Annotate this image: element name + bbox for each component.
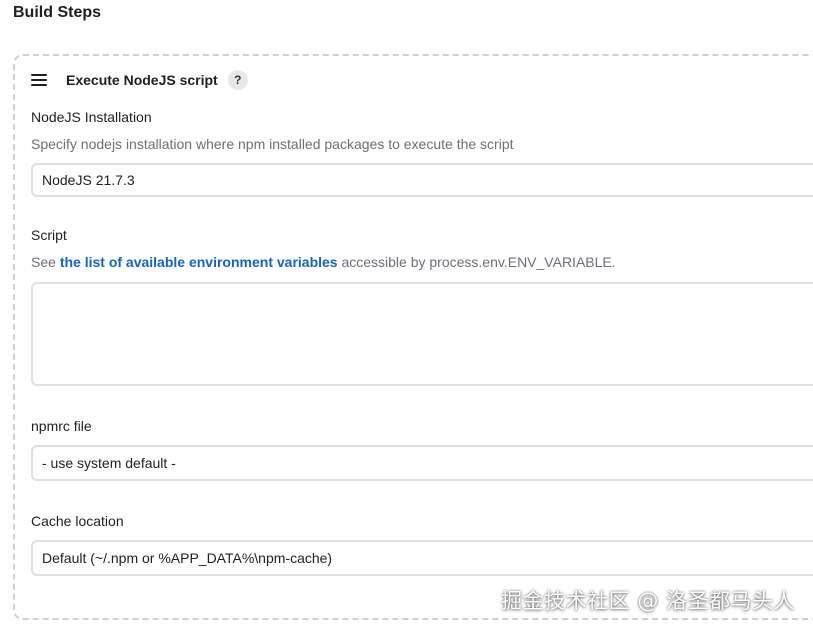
npmrc-file-label: npmrc file — [31, 418, 92, 434]
nodejs-installation-label: NodeJS Installation — [31, 109, 152, 125]
npmrc-file-value: - use system default - — [42, 455, 176, 471]
watermark-text: 掘金技术社区 @ 洛圣都马头人 — [501, 589, 795, 613]
script-desc-suffix: accessible by process.env.ENV_VARIABLE. — [337, 254, 616, 270]
step-title: Execute NodeJS script — [66, 72, 218, 88]
cache-location-value: Default (~/.npm or %APP_DATA%\npm-cache) — [42, 550, 333, 566]
script-desc-prefix: See — [31, 254, 60, 270]
npmrc-file-select[interactable]: - use system default - — [31, 445, 813, 481]
cache-location-select[interactable]: Default (~/.npm or %APP_DATA%\npm-cache) — [31, 540, 813, 576]
script-textarea[interactable] — [31, 282, 813, 386]
env-variables-link[interactable]: the list of available environment variab… — [60, 254, 338, 270]
step-header: Execute NodeJS script ? — [31, 69, 248, 91]
script-description: See the list of available environment va… — [31, 254, 616, 270]
drag-handle-icon[interactable] — [31, 74, 47, 86]
page: Build Steps Execute NodeJS script ? Node… — [0, 0, 813, 631]
nodejs-installation-select[interactable]: NodeJS 21.7.3 — [31, 163, 813, 197]
cache-location-label: Cache location — [31, 513, 124, 529]
help-icon[interactable]: ? — [227, 70, 248, 90]
nodejs-installation-description: Specify nodejs installation where npm in… — [31, 136, 514, 152]
nodejs-installation-value: NodeJS 21.7.3 — [42, 172, 135, 188]
section-title: Build Steps — [13, 4, 102, 21]
script-label: Script — [31, 227, 67, 243]
